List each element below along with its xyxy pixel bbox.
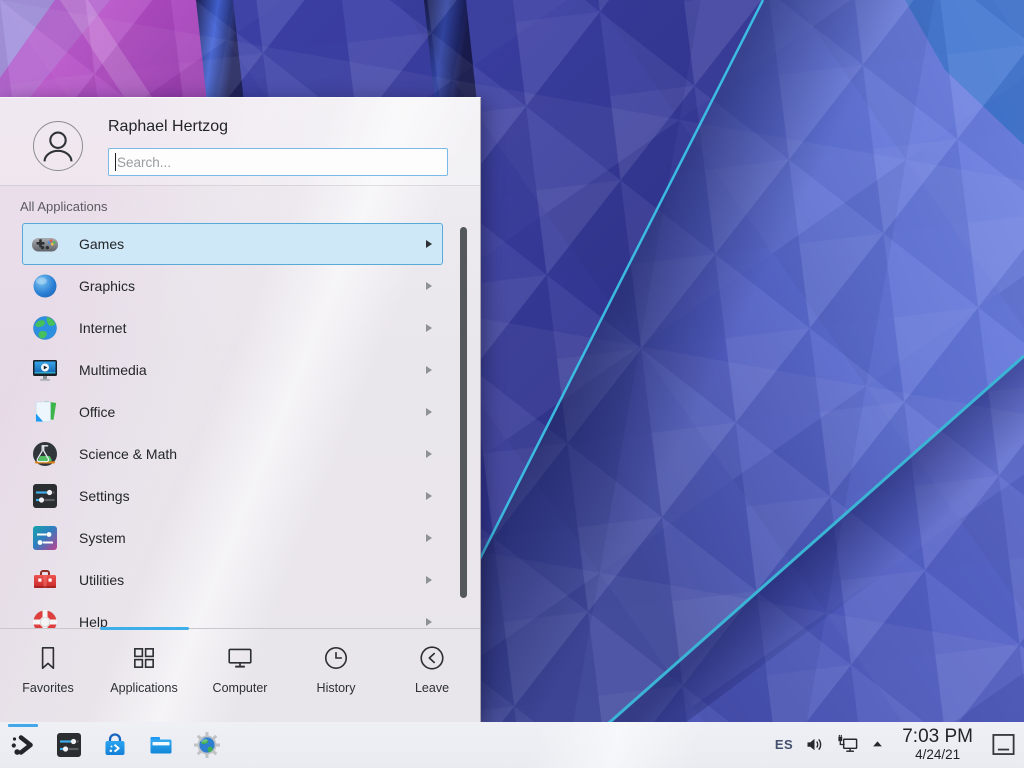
category-label: Internet	[79, 320, 126, 336]
science-icon	[31, 440, 59, 468]
user-name: Raphael Hertzog	[108, 118, 228, 136]
computer-icon	[226, 644, 254, 672]
category-row-system[interactable]: System	[22, 517, 443, 559]
system-tray: ES 7:03 PM 4/24/21	[775, 727, 1024, 762]
tab-label: Leave	[415, 681, 449, 695]
system-icon	[31, 524, 59, 552]
submenu-arrow-icon	[426, 408, 432, 416]
category-row-internet[interactable]: Internet	[22, 307, 443, 349]
tab-label: Computer	[213, 681, 268, 695]
tab-label: Favorites	[22, 681, 73, 695]
submenu-arrow-icon	[426, 282, 432, 290]
utilities-icon	[31, 566, 59, 594]
text-caret	[115, 153, 116, 171]
tab-computer[interactable]: Computer	[192, 629, 288, 722]
dolphin-icon	[147, 731, 175, 759]
multimedia-icon	[31, 356, 59, 384]
submenu-arrow-icon	[426, 240, 432, 248]
history-icon	[322, 644, 350, 672]
category-row-science-math[interactable]: Science & Math	[22, 433, 443, 475]
category-label: Science & Math	[79, 446, 177, 462]
show-desktop-button[interactable]	[990, 731, 1017, 758]
tab-history[interactable]: History	[288, 629, 384, 722]
discover-icon	[101, 731, 129, 759]
favorites-icon	[34, 644, 62, 672]
person-icon	[34, 122, 82, 170]
category-row-help[interactable]: Help	[22, 601, 443, 629]
tab-label: History	[317, 681, 356, 695]
network-icon[interactable]	[836, 733, 859, 756]
category-row-settings[interactable]: Settings	[22, 475, 443, 517]
launcher-header: Raphael Hertzog	[0, 98, 480, 186]
section-label: All Applications	[20, 199, 107, 214]
category-row-games[interactable]: Games	[22, 223, 443, 265]
digital-clock[interactable]: 7:03 PM 4/24/21	[896, 727, 979, 762]
category-label: Settings	[79, 488, 130, 504]
tab-leave[interactable]: Leave	[384, 629, 480, 722]
internet-icon	[31, 314, 59, 342]
submenu-arrow-icon	[426, 492, 432, 500]
tab-label: Applications	[110, 681, 177, 695]
user-avatar[interactable]	[33, 121, 83, 171]
leave-icon	[418, 644, 446, 672]
category-row-utilities[interactable]: Utilities	[22, 559, 443, 601]
file-manager-launcher[interactable]	[147, 722, 175, 768]
discover-launcher[interactable]	[101, 722, 129, 768]
submenu-arrow-icon	[426, 324, 432, 332]
submenu-arrow-icon	[426, 576, 432, 584]
system-settings-launcher[interactable]	[55, 722, 83, 768]
category-label: System	[79, 530, 126, 546]
tab-applications[interactable]: Applications	[96, 629, 192, 722]
system-settings-icon	[55, 731, 83, 759]
category-row-graphics[interactable]: Graphics	[22, 265, 443, 307]
submenu-arrow-icon	[426, 450, 432, 458]
graphics-icon	[31, 272, 59, 300]
application-launcher-menu: Raphael Hertzog All Applications Games Gr…	[0, 97, 481, 722]
clock-date: 4/24/21	[902, 748, 973, 762]
tab-favorites[interactable]: Favorites	[0, 629, 96, 722]
category-label: Office	[79, 404, 115, 420]
help-icon	[31, 608, 59, 629]
scrollbar[interactable]	[460, 227, 467, 598]
kde-launcher-icon	[9, 731, 37, 759]
volume-icon[interactable]	[804, 734, 825, 755]
games-icon	[31, 230, 59, 258]
clock-time: 7:03 PM	[902, 727, 973, 747]
settings-icon	[31, 482, 59, 510]
web-browser-launcher[interactable]	[193, 722, 221, 768]
category-label: Graphics	[79, 278, 135, 294]
office-icon	[31, 398, 59, 426]
category-label: Games	[79, 236, 124, 252]
submenu-arrow-icon	[426, 534, 432, 542]
expand-tray-icon[interactable]	[870, 737, 885, 752]
active-tab-indicator	[100, 627, 189, 630]
applications-icon	[130, 644, 158, 672]
search-input[interactable]	[108, 148, 448, 176]
taskbar-panel: ES 7:03 PM 4/24/21	[0, 722, 1024, 768]
category-label: Multimedia	[79, 362, 147, 378]
category-list: Games Graphics Internet Multimedia Office Sci…	[0, 220, 480, 629]
submenu-arrow-icon	[426, 618, 432, 626]
search-field[interactable]	[108, 148, 448, 176]
konqueror-icon	[193, 731, 221, 759]
launcher-tabbar: Favorites Applications Computer History Leav…	[0, 628, 480, 722]
category-row-multimedia[interactable]: Multimedia	[22, 349, 443, 391]
application-launcher-button[interactable]	[9, 722, 37, 768]
keyboard-layout-indicator[interactable]: ES	[775, 737, 793, 752]
category-label: Utilities	[79, 572, 124, 588]
submenu-arrow-icon	[426, 366, 432, 374]
task-launchers	[0, 722, 221, 768]
category-row-office[interactable]: Office	[22, 391, 443, 433]
